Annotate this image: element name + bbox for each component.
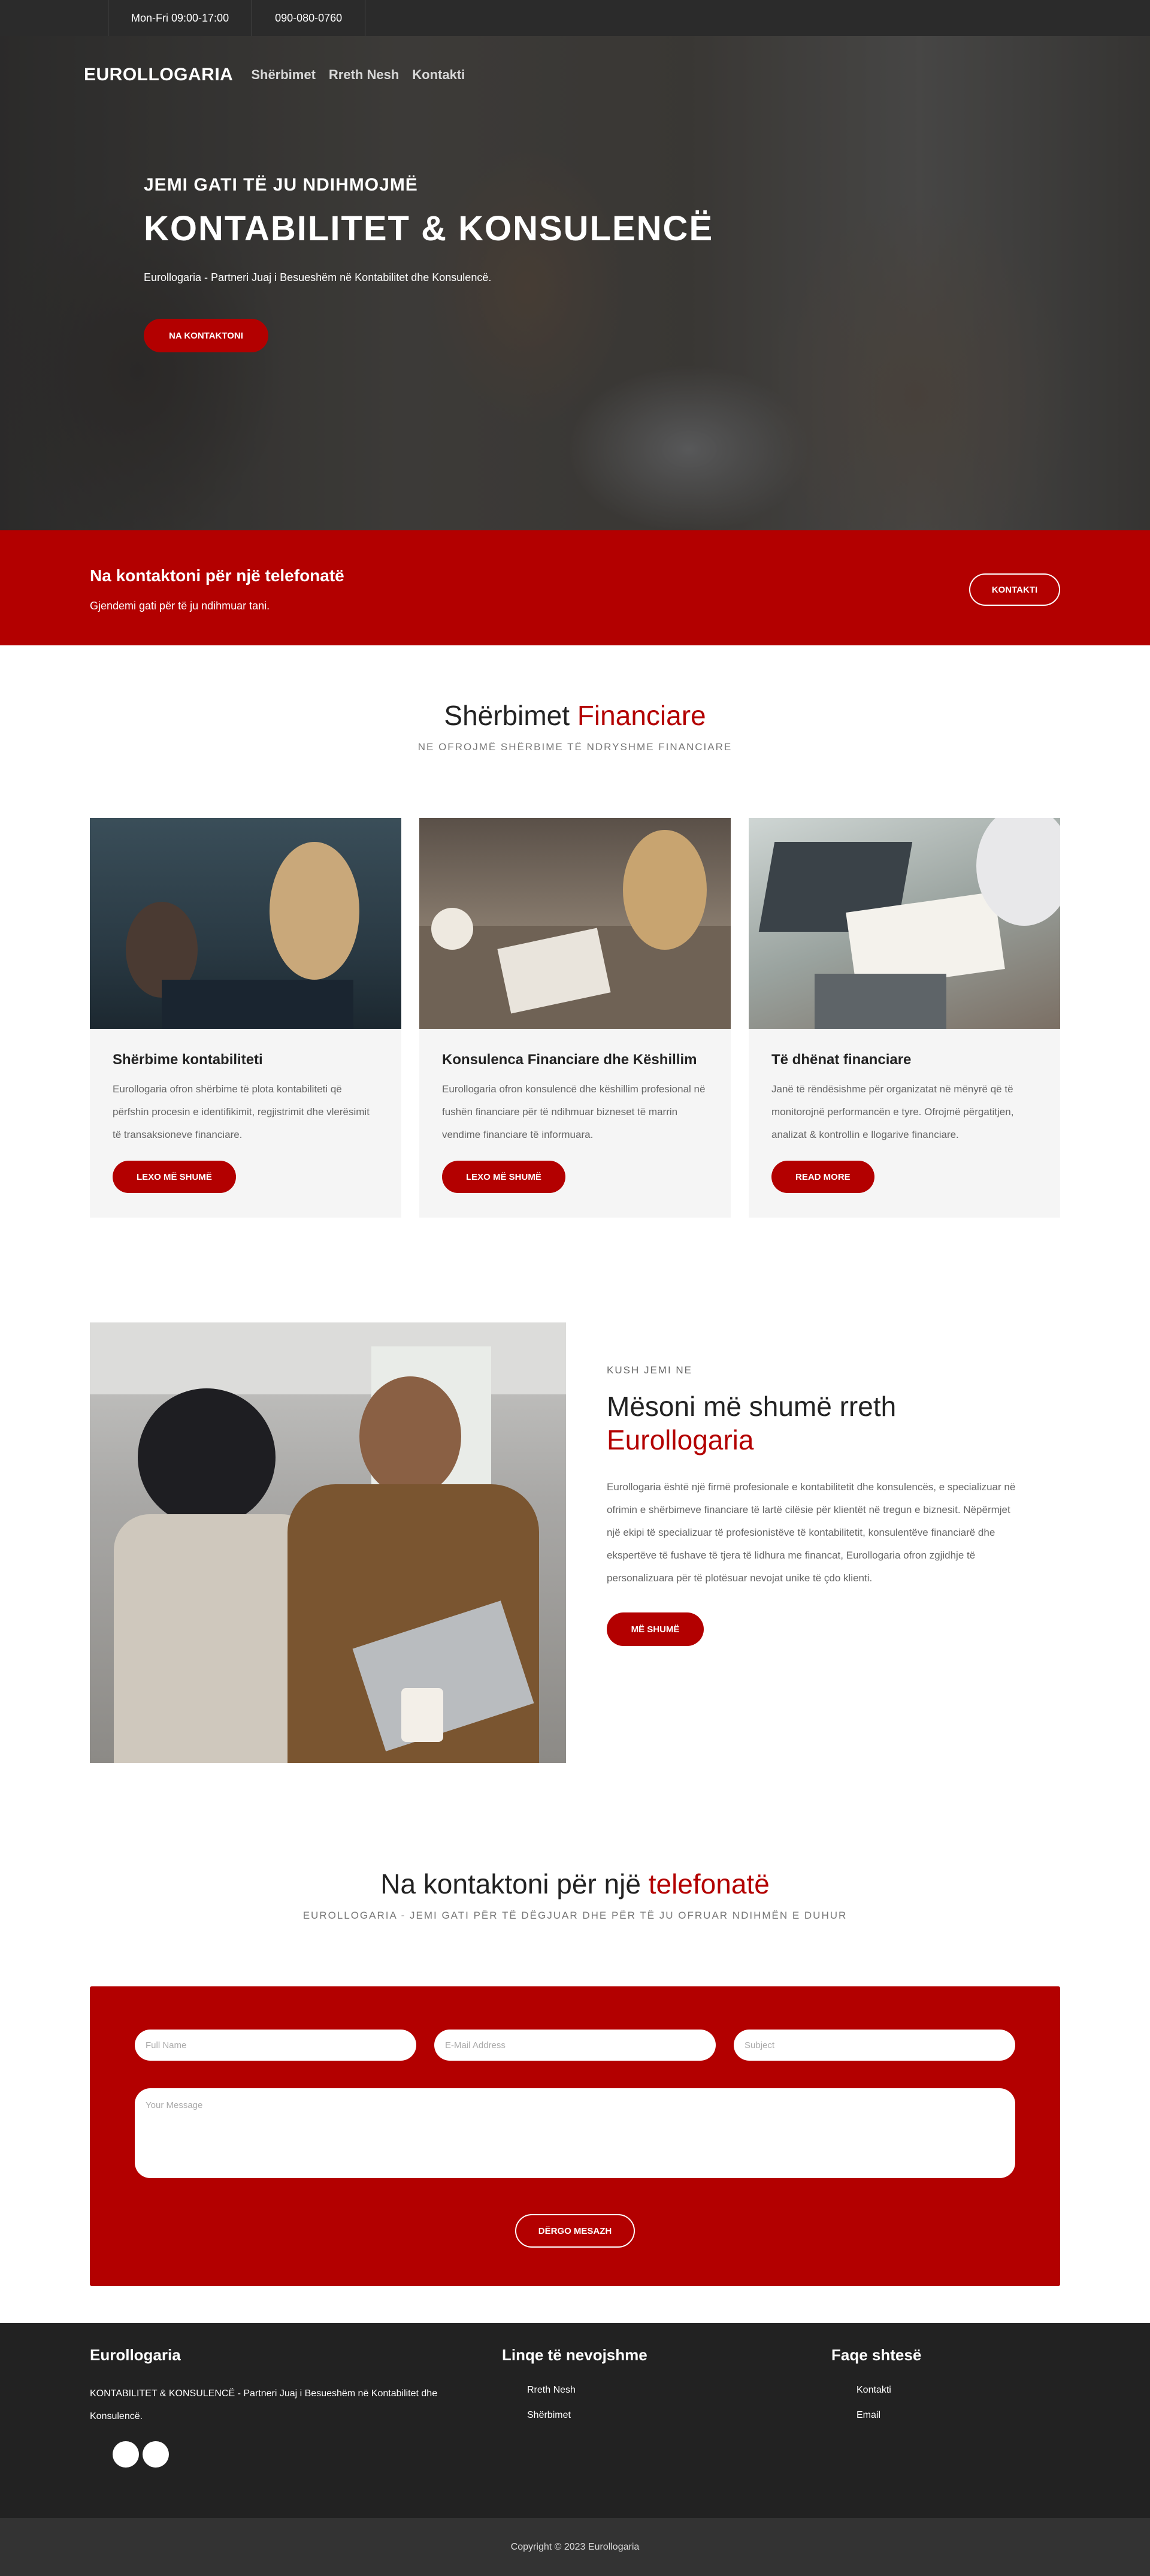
service-card-image xyxy=(419,818,731,1029)
about-section: KUSH JEMI NE Mësoni më shumë rreth Euroll… xyxy=(90,1322,1060,1763)
cta-contact-button[interactable]: KONTAKTI xyxy=(969,573,1060,606)
top-bar: Mon-Fri 09:00-17:00 090-080-0760 xyxy=(0,0,1150,36)
service-card-text: Eurollogaria ofron konsulencë dhe këshil… xyxy=(442,1083,706,1140)
service-card-image xyxy=(749,818,1060,1029)
service-card-title: Konsulenca Financiare dhe Këshillim xyxy=(442,1052,697,1068)
contact-form: Full Name E-Mail Address Subject Your Me… xyxy=(90,1986,1060,2286)
hero-section: EUROLLOGARIA Shërbimet Rreth Nesh Kontak… xyxy=(0,36,1150,530)
read-more-button[interactable]: READ MORE xyxy=(771,1161,874,1193)
hero-contact-button[interactable]: NA KONTAKTONI xyxy=(144,319,268,352)
contact-title: Na kontaktoni për një telefonatë xyxy=(380,1868,770,1899)
phone-number[interactable]: 090-080-0760 xyxy=(252,0,366,36)
about-text: Eurollogaria është një firmë profesional… xyxy=(607,1481,1016,1584)
hero-content: JEMI GATI TË JU NDIHMOJMË KONTABILITET &… xyxy=(144,175,713,352)
footer-link-rreth-nesh[interactable]: Rreth Nesh xyxy=(527,2385,647,2396)
social-icon[interactable] xyxy=(143,2441,169,2468)
hero-subtitle: Eurollogaria - Partneri Juaj i Besueshëm… xyxy=(144,271,492,283)
subject-input[interactable]: Subject xyxy=(734,2030,1015,2061)
copyright-bar: Copyright © 2023 Eurollogaria xyxy=(0,2518,1150,2576)
service-card-text: Janë të rëndësishme për organizatat në m… xyxy=(771,1083,1014,1140)
footer-links-title: Linqe të nevojshme xyxy=(502,2346,647,2364)
full-name-input[interactable]: Full Name xyxy=(135,2030,416,2061)
service-card-financial-data: Të dhënat financiare Janë të rëndësishme… xyxy=(749,818,1060,1218)
nav-item-sherbimet[interactable]: Shërbimet xyxy=(251,67,316,83)
footer-links: Linqe të nevojshme Rreth Nesh Shërbimet xyxy=(502,2346,647,2435)
service-card-accounting: Shërbime kontabiliteti Eurollogaria ofro… xyxy=(90,818,401,1218)
site-logo[interactable]: EUROLLOGARIA xyxy=(84,65,233,85)
email-input[interactable]: E-Mail Address xyxy=(434,2030,716,2061)
service-card-title: Të dhënat financiare xyxy=(771,1052,912,1068)
cta-title: Na kontaktoni për një telefonatë xyxy=(90,566,344,585)
footer-link-kontakti[interactable]: Kontakti xyxy=(857,2385,921,2396)
service-card-consulting: Konsulenca Financiare dhe Këshillim Euro… xyxy=(419,818,731,1218)
footer-brand: Eurollogaria KONTABILITET & KONSULENCË -… xyxy=(90,2346,467,2468)
read-more-button[interactable]: LEXO MË SHUMË xyxy=(113,1161,236,1193)
about-photo xyxy=(90,1322,566,1763)
footer-link-sherbimet[interactable]: Shërbimet xyxy=(527,2410,647,2421)
footer-link-email[interactable]: Email xyxy=(857,2410,921,2421)
hero-title: KONTABILITET & KONSULENCË xyxy=(144,209,714,248)
service-card-title: Shërbime kontabiliteti xyxy=(113,1052,263,1068)
services-subtitle: NE OFROJMË SHËRBIME TË NDRYSHME FINANCIA… xyxy=(417,741,733,753)
message-textarea[interactable]: Your Message xyxy=(135,2088,1015,2178)
call-to-action-band: Na kontaktoni për një telefonatë Gjendem… xyxy=(0,530,1150,645)
footer-pages: Faqe shtesë Kontakti Email xyxy=(831,2346,921,2435)
footer-brand-text: KONTABILITET & KONSULENCË - Partneri Jua… xyxy=(90,2388,438,2421)
contact-subtitle: EUROLLOGARIA - JEMI GATI PËR TË DËGJUAR … xyxy=(302,1910,848,1921)
contact-section: Na kontaktoni për një telefonatë EUROLLO… xyxy=(0,1763,1150,2286)
nav-item-kontakti[interactable]: Kontakti xyxy=(412,67,465,83)
service-card-image xyxy=(90,818,401,1029)
footer-pages-title: Faqe shtesë xyxy=(831,2346,922,2364)
services-title: Shërbimet Financiare xyxy=(444,700,706,731)
main-nav: EUROLLOGARIA Shërbimet Rreth Nesh Kontak… xyxy=(84,65,465,85)
hero-kicker: JEMI GATI TË JU NDIHMOJMË xyxy=(144,175,418,195)
send-message-button[interactable]: DËRGO MESAZH xyxy=(515,2214,635,2248)
more-button[interactable]: MË SHUMË xyxy=(607,1612,704,1646)
social-icon[interactable] xyxy=(113,2441,139,2468)
cta-text: Gjendemi gati për të ju ndihmuar tani. xyxy=(90,600,270,612)
footer-brand-title: Eurollogaria xyxy=(90,2346,181,2364)
business-hours: Mon-Fri 09:00-17:00 xyxy=(108,0,252,36)
nav-item-rreth-nesh[interactable]: Rreth Nesh xyxy=(329,67,399,83)
copyright-text: Copyright © 2023 Eurollogaria xyxy=(510,2541,640,2552)
read-more-button[interactable]: LEXO MË SHUMË xyxy=(442,1161,565,1193)
service-card-text: Eurollogaria ofron shërbime të plota kon… xyxy=(113,1083,370,1140)
about-kicker: KUSH JEMI NE xyxy=(607,1364,693,1376)
services-section: Shërbimet Financiare NE OFROJMË SHËRBIME… xyxy=(0,645,1150,1218)
footer: Eurollogaria KONTABILITET & KONSULENCË -… xyxy=(0,2323,1150,2518)
about-title: Mësoni më shumë rreth Eurollogaria xyxy=(607,1391,897,1455)
